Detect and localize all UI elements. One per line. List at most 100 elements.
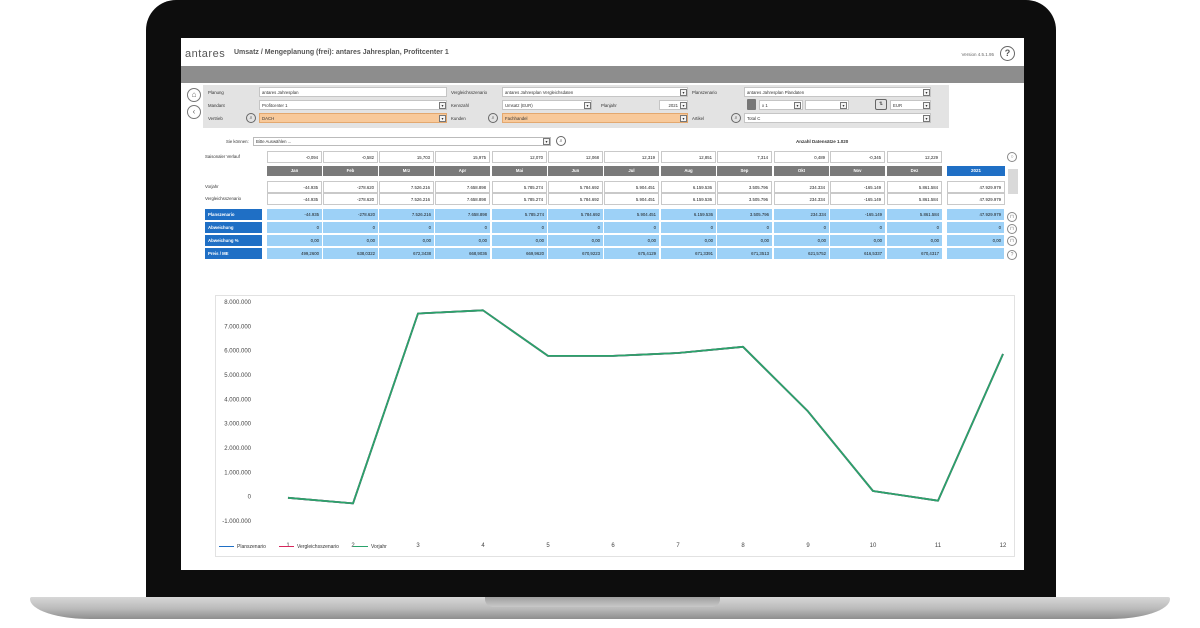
table-cell[interactable]: 5.785.274 [492, 209, 548, 220]
series-line-vergleichsszenario [287, 309, 1004, 505]
table-cell[interactable]: 5.861.584 [887, 209, 943, 220]
table-cell[interactable]: 3.505.796 [717, 209, 773, 220]
lock-icon[interactable]: ⊓ [1007, 224, 1017, 234]
planjahr-dropdown-icon[interactable]: ▾ [680, 101, 687, 109]
saison-cell[interactable]: 12,851 [661, 151, 716, 163]
artikel-field[interactable]: Total C [744, 113, 931, 123]
saison-cell[interactable]: 12,319 [604, 151, 659, 163]
table-cell[interactable]: 7.658.898 [435, 209, 491, 220]
kunden-dropdown-icon[interactable]: ▾ [680, 114, 687, 122]
saison-cell[interactable]: -0,094 [267, 151, 322, 163]
total-cell: 47.929.979 [947, 193, 1005, 205]
currency-icon[interactable]: ⇅ [875, 99, 887, 110]
table-cell: 0,00 [267, 235, 323, 246]
kunden-field[interactable]: Fachhandel [502, 113, 688, 123]
currency-dropdown-icon[interactable]: ▾ [923, 101, 930, 109]
y-tick-label: 4.000.000 [224, 397, 251, 403]
table-cell: 499,2600 [267, 248, 323, 259]
calculator-icon[interactable] [747, 99, 756, 110]
artikel-search-icon[interactable]: ⌕ [731, 113, 741, 123]
grid-scrollbar[interactable] [1008, 169, 1018, 194]
mandant-dropdown-icon[interactable]: ▾ [439, 101, 446, 109]
kennzahl-dropdown-icon[interactable]: ▾ [584, 101, 591, 109]
vergleich-field[interactable]: antares Jahresplan Vergleichsdaten [502, 87, 688, 97]
series-line-vorjahr [287, 309, 1004, 505]
month-header: Jun [548, 166, 604, 176]
action-dropdown-icon[interactable]: ▾ [543, 138, 550, 145]
y-tick-label: -1.000.000 [222, 519, 251, 525]
saison-cell[interactable]: 12,229 [887, 151, 942, 163]
home-icon[interactable]: ⌂ [187, 88, 201, 102]
mandant-field[interactable]: Profitcenter 1 [259, 100, 447, 110]
planszenario-dropdown-icon[interactable]: ▾ [923, 88, 930, 96]
planung-field[interactable]: antares Jahresplan [259, 87, 447, 97]
table-cell[interactable]: 7.526.216 [379, 209, 435, 220]
table-cell: 3.505.796 [717, 181, 772, 193]
unit-dropdown-icon[interactable]: ▾ [840, 101, 847, 109]
table-cell: 5.784.692 [548, 193, 603, 205]
lock-icon[interactable]: ⊓ [1007, 212, 1017, 222]
saison-cell[interactable]: 0,489 [774, 151, 829, 163]
saison-cell[interactable]: -0,582 [323, 151, 378, 163]
table-cell[interactable]: -278.620 [323, 209, 379, 220]
y-tick-label: 0 [248, 495, 252, 501]
planszenario-field[interactable]: antares Jahresplan Plandaten [744, 87, 931, 97]
table-cell: 234.334 [774, 193, 829, 205]
table-cell[interactable]: 6.159.536 [661, 209, 717, 220]
month-header: Aug [661, 166, 717, 176]
factor-dropdown-icon[interactable]: ▾ [794, 101, 801, 109]
month-header: Sep [717, 166, 773, 176]
row-label: Preis / ME [205, 248, 262, 259]
x-tick-label: 4 [481, 543, 485, 549]
action-search-icon[interactable]: ⌕ [556, 136, 566, 146]
page-title: Umsatz / Mengeplanung (frei): antares Ja… [234, 49, 449, 56]
table-cell[interactable]: 5.784.692 [548, 209, 604, 220]
back-icon[interactable]: ‹ [187, 105, 201, 119]
total-cell [947, 248, 1005, 259]
table-cell: 5.785.274 [492, 193, 547, 205]
x-tick-label: 7 [676, 543, 680, 549]
artikel-dropdown-icon[interactable]: ▾ [923, 114, 930, 122]
table-cell[interactable]: 234.334 [774, 209, 830, 220]
legend-item-vorjahr[interactable]: Vorjahr [353, 544, 387, 550]
table-cell: 0,00 [717, 235, 773, 246]
y-tick-label: 8.000.000 [224, 300, 251, 306]
table-cell[interactable]: 5.904.451 [604, 209, 660, 220]
seasonal-reset-icon[interactable]: ○ [1007, 152, 1017, 162]
month-header: Apr [435, 166, 491, 176]
info-icon[interactable]: ? [1007, 250, 1017, 260]
vertrieb-dropdown-icon[interactable]: ▾ [439, 114, 446, 122]
table-cell: 670,4317 [887, 248, 943, 259]
saison-cell[interactable]: 12,068 [548, 151, 603, 163]
vertrieb-field[interactable]: DACH [259, 113, 447, 123]
vertrieb-search-icon[interactable]: ⌕ [246, 113, 256, 123]
row-label: Vergleichsszenario [205, 196, 242, 201]
saison-cell[interactable]: -0,345 [830, 151, 885, 163]
action-select[interactable]: Bitte Auswählen ... [253, 137, 551, 146]
vergleich-dropdown-icon[interactable]: ▾ [680, 88, 687, 96]
table-cell[interactable]: -165.149 [830, 209, 886, 220]
x-tick-label: 6 [611, 543, 615, 549]
kunden-search-icon[interactable]: ⌕ [488, 113, 498, 123]
help-icon[interactable]: ? [1000, 46, 1015, 61]
saison-cell[interactable]: 15,703 [379, 151, 434, 163]
table-cell: 616,5337 [830, 248, 886, 259]
table-cell[interactable]: -44.935 [267, 209, 323, 220]
kunden-label: Kunden [451, 116, 466, 121]
lock-icon[interactable]: ⊓ [1007, 236, 1017, 246]
saison-cell[interactable]: 7,314 [717, 151, 772, 163]
table-cell: 671,3391 [661, 248, 717, 259]
table-cell: 0 [435, 222, 491, 233]
saison-cell[interactable]: 12,070 [492, 151, 547, 163]
month-header: Nov [830, 166, 886, 176]
saison-cell[interactable]: 15,975 [435, 151, 490, 163]
table-cell: 5.784.692 [548, 181, 603, 193]
month-header: Mrz [379, 166, 435, 176]
legend-item-vergleichsszenario[interactable]: Vergleichsszenario [279, 544, 339, 550]
table-cell: 5.861.584 [887, 193, 942, 205]
legend-item-planszenario[interactable]: Planszenario [219, 544, 266, 550]
table-cell: -278.620 [323, 193, 378, 205]
kennzahl-field[interactable]: Umsatz (EUR) [502, 100, 592, 110]
table-cell: 7.658.898 [435, 181, 490, 193]
table-cell: 6.159.536 [661, 181, 716, 193]
